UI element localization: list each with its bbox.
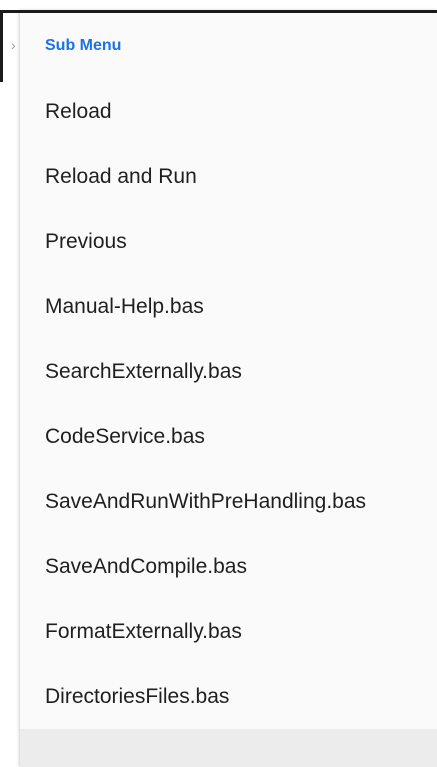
- menu-item-previous[interactable]: Previous: [20, 209, 437, 274]
- menu-item-directories-files[interactable]: DirectoriesFiles.bas: [20, 664, 437, 729]
- underlying-window-edge: ›: [0, 10, 22, 82]
- menu-item-reload[interactable]: Reload: [20, 79, 437, 144]
- menu-item-save-and-run-with-prehandling[interactable]: SaveAndRunWithPreHandling.bas: [20, 469, 437, 534]
- screen: › Sub Menu Reload Reload and Run Previou…: [0, 0, 437, 767]
- menu-item-code-service[interactable]: CodeService.bas: [20, 404, 437, 469]
- menu-item-reload-and-run[interactable]: Reload and Run: [20, 144, 437, 209]
- underlying-window-glyph: ›: [11, 37, 16, 53]
- submenu-list: Sub Menu Reload Reload and Run Previous …: [20, 13, 437, 729]
- menu-item-manual-help[interactable]: Manual-Help.bas: [20, 274, 437, 339]
- menu-item-format-externally[interactable]: FormatExternally.bas: [20, 599, 437, 664]
- submenu-popup: Sub Menu Reload Reload and Run Previous …: [20, 10, 437, 767]
- menu-item-save-and-compile[interactable]: SaveAndCompile.bas: [20, 534, 437, 599]
- menu-item-search-externally[interactable]: SearchExternally.bas: [20, 339, 437, 404]
- submenu-header: Sub Menu: [45, 37, 122, 54]
